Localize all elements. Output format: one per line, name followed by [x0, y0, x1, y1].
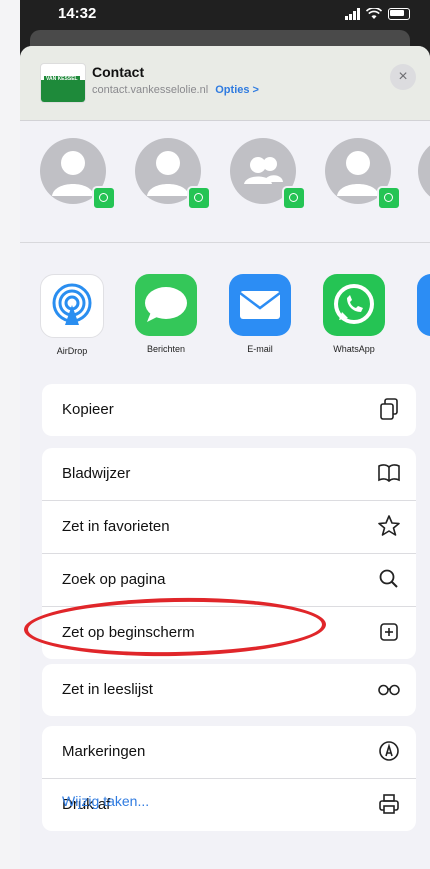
phone-screen: 14:32 VAN KESSEL Contact contact.vankess… [20, 0, 430, 869]
whatsapp-badge-icon [92, 186, 116, 210]
site-thumbnail: VAN KESSEL [40, 63, 86, 103]
app-airdrop[interactable]: AirDrop [34, 274, 110, 356]
star-icon [378, 515, 400, 536]
close-button[interactable]: × [390, 64, 416, 90]
app-mail[interactable]: E-mail [222, 274, 298, 354]
action-reading-list[interactable]: Zet in leeslijst [42, 664, 416, 716]
whatsapp-badge-icon [187, 186, 211, 210]
app-whatsapp[interactable]: WhatsApp [316, 274, 392, 354]
action-group: Markeringen Druk af [42, 726, 416, 831]
app-row: AirDrop Berichten E-mail WhatsApp [20, 274, 430, 374]
action-group: Zet in leeslijst [42, 664, 416, 716]
action-label: Zet in leeslijst [62, 681, 153, 698]
airdrop-icon [40, 274, 104, 338]
book-icon [378, 464, 400, 483]
action-copy[interactable]: Kopieer [42, 384, 416, 436]
options-link[interactable]: Opties > [215, 84, 259, 96]
more-app-icon [417, 274, 430, 336]
markup-icon [379, 741, 399, 761]
app-label: E-mail [247, 344, 273, 354]
whatsapp-icon [323, 274, 385, 336]
action-label: Zoek op pagina [62, 571, 166, 588]
glasses-icon [378, 684, 400, 696]
app-more[interactable] [410, 274, 430, 336]
app-label: WhatsApp [333, 344, 375, 354]
copy-icon [380, 398, 398, 420]
print-icon [379, 794, 399, 814]
share-url: contact.vankesselolie.nl [92, 84, 209, 96]
person-icon [418, 138, 430, 204]
battery-icon [388, 8, 410, 20]
search-icon [379, 569, 398, 588]
edit-actions-link[interactable]: Wijzig taken... [62, 793, 149, 809]
share-title: Contact [92, 64, 145, 80]
action-favorites[interactable]: Zet in favorieten [42, 501, 416, 554]
signal-icon [345, 8, 360, 20]
mail-icon [229, 274, 291, 336]
whatsapp-badge-icon [377, 186, 401, 210]
app-label: AirDrop [56, 346, 88, 356]
wifi-icon [366, 8, 382, 19]
action-bookmark[interactable]: Bladwijzer [42, 448, 416, 501]
share-sheet: VAN KESSEL Contact contact.vankesselolie… [20, 46, 430, 869]
contact-avatar[interactable] [418, 138, 430, 204]
action-label: Bladwijzer [62, 465, 131, 482]
action-label: Markeringen [62, 743, 146, 760]
messages-icon [135, 274, 197, 336]
action-label: Kopieer [62, 401, 114, 418]
status-icons [345, 8, 410, 20]
app-label: Berichten [146, 344, 186, 354]
share-header: VAN KESSEL Contact contact.vankesselolie… [20, 46, 430, 121]
status-time: 14:32 [58, 5, 97, 22]
section-divider [20, 242, 430, 243]
action-group: Kopieer [42, 384, 416, 436]
app-messages[interactable]: Berichten [128, 274, 204, 354]
share-subtitle: contact.vankesselolie.nl Opties > [92, 84, 259, 96]
add-square-icon [380, 623, 398, 641]
action-label: Zet in favorieten [62, 518, 170, 535]
contact-suggestions [20, 138, 430, 218]
whatsapp-badge-icon [282, 186, 306, 210]
action-markup[interactable]: Markeringen [42, 726, 416, 779]
